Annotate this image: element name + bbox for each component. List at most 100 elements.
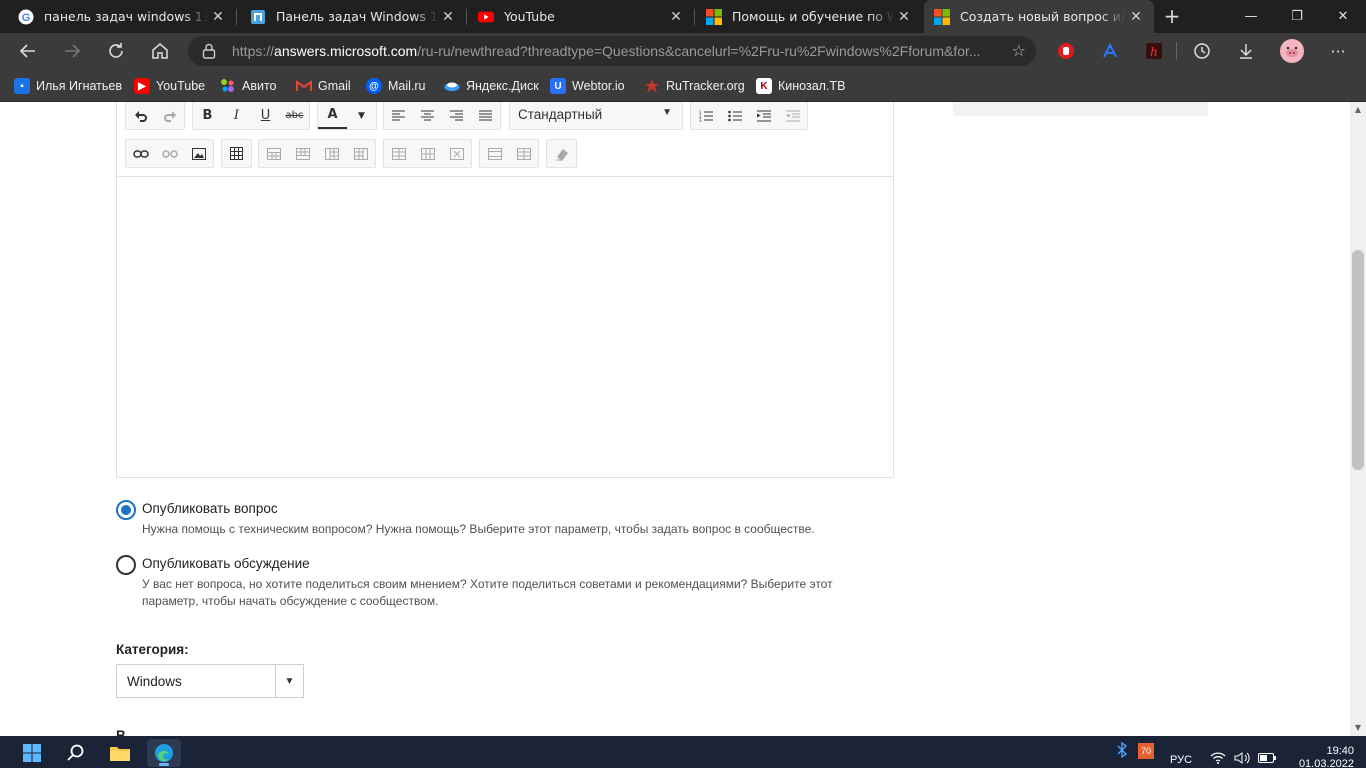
close-icon[interactable]: ✕ (894, 9, 914, 25)
post-question-label[interactable]: Опубликовать вопрос (142, 501, 278, 516)
close-window-button[interactable]: ✕ (1320, 0, 1366, 33)
tab-google-search[interactable]: G панель задач windows 11 время ✕ (0, 0, 236, 33)
search-button[interactable] (59, 739, 93, 767)
tab-windows-help[interactable]: Помощь и обучение по Windows ✕ (688, 0, 922, 33)
post-question-radio[interactable] (116, 500, 136, 520)
hola-extension-icon[interactable]: h (1140, 37, 1168, 65)
scroll-down-arrow-icon[interactable]: ▼ (1350, 720, 1366, 736)
font-color-dropdown[interactable]: ▼ (347, 102, 376, 129)
bookmark-youtube[interactable]: ▶ YouTube (134, 77, 205, 95)
wifi-icon[interactable] (1210, 752, 1226, 767)
insert-link-button[interactable] (126, 140, 155, 167)
settings-menu-button[interactable]: ··· (1324, 37, 1352, 65)
volume-icon[interactable] (1234, 752, 1250, 767)
redo-button[interactable] (155, 102, 184, 129)
lock-icon[interactable] (202, 43, 216, 59)
image-icon (191, 147, 206, 160)
align-left-button[interactable] (384, 102, 413, 129)
bookmark-gmail[interactable]: Gmail (296, 77, 351, 95)
align-right-icon (450, 110, 463, 121)
indent-button[interactable] (749, 102, 778, 129)
post-discussion-option[interactable]: Опубликовать обсуждение У вас нет вопрос… (116, 555, 896, 615)
home-button[interactable] (146, 37, 174, 65)
bold-button[interactable]: B (193, 102, 222, 129)
insert-image-button[interactable] (184, 140, 213, 167)
back-button[interactable] (14, 37, 42, 65)
refresh-button[interactable] (102, 37, 130, 65)
col-left-button[interactable] (317, 140, 346, 167)
system-clock[interactable]: 19:40 01.03.2022 (1290, 745, 1354, 771)
delete-row-button[interactable] (384, 140, 413, 167)
scrollbar-thumb[interactable] (1352, 250, 1364, 470)
col-right-button[interactable] (346, 140, 375, 167)
input-language[interactable]: РУС (1170, 754, 1192, 766)
close-icon[interactable]: ✕ (666, 9, 686, 25)
tab-new-question[interactable]: Создать новый вопрос или начать обсужден… (924, 0, 1154, 33)
insert-table-button[interactable] (222, 140, 251, 167)
close-icon[interactable]: ✕ (438, 9, 458, 25)
page-scrollbar[interactable]: ▲ ▼ (1350, 102, 1366, 736)
split-cells-button[interactable] (509, 140, 538, 167)
maximize-button[interactable]: ❐ (1274, 0, 1320, 33)
history-button[interactable] (1188, 37, 1216, 65)
category-select[interactable]: Windows ▼ (116, 664, 304, 698)
post-discussion-label[interactable]: Опубликовать обсуждение (142, 556, 310, 571)
file-explorer-button[interactable] (103, 739, 137, 767)
new-tab-button[interactable]: + (1160, 5, 1184, 29)
font-color-button[interactable]: A (318, 102, 347, 129)
delete-col-button[interactable] (413, 140, 442, 167)
gmail-icon (296, 78, 312, 94)
numbered-list-button[interactable]: 123 (691, 102, 720, 129)
paragraph-format-select[interactable]: Стандартный ▼ (509, 102, 683, 130)
outdent-button[interactable] (778, 102, 807, 129)
italic-button[interactable]: I (222, 102, 251, 129)
clear-formatting-button[interactable] (547, 140, 576, 167)
tab-youtube[interactable]: YouTube ✕ (460, 0, 694, 33)
minimize-button[interactable]: — (1228, 0, 1274, 33)
favorite-star-icon[interactable]: ☆ (1012, 41, 1026, 60)
bluetooth-icon[interactable] (1116, 741, 1128, 761)
history-icon (1194, 43, 1210, 59)
post-question-option[interactable]: Опубликовать вопрос Нужна помощь с техни… (116, 500, 896, 540)
align-right-button[interactable] (442, 102, 471, 129)
chevron-down-icon[interactable]: ▼ (275, 665, 303, 697)
underline-button[interactable]: U (251, 102, 280, 129)
bookmark-kinozal[interactable]: K Кинозал.ТВ (756, 77, 845, 95)
bookmark-rutracker[interactable]: RuTracker.org (644, 77, 745, 95)
delete-table-button[interactable] (442, 140, 471, 167)
close-icon[interactable]: ✕ (208, 9, 228, 25)
bookmark-webtor[interactable]: U Webtor.io (550, 77, 625, 95)
edge-taskbar-button[interactable] (147, 739, 181, 767)
justify-button[interactable] (471, 102, 500, 129)
close-icon[interactable]: ✕ (1126, 9, 1146, 25)
post-discussion-radio[interactable] (116, 555, 136, 575)
start-button[interactable] (15, 739, 49, 767)
translate-extension-icon[interactable] (1096, 37, 1124, 65)
bullet-list-button[interactable] (720, 102, 749, 129)
row-above-button[interactable] (259, 140, 288, 167)
align-center-button[interactable] (413, 102, 442, 129)
sidebar-panel (953, 102, 1208, 116)
row-below-button[interactable] (288, 140, 317, 167)
battery-icon[interactable] (1258, 753, 1276, 766)
forward-button[interactable] (58, 37, 86, 65)
bookmark-mailru[interactable]: @ Mail.ru (366, 77, 426, 95)
editor-text-area[interactable] (117, 178, 893, 477)
merge-cells-button[interactable] (480, 140, 509, 167)
notification-badge[interactable]: 70 (1138, 743, 1154, 759)
bookmark-yandex-disk[interactable]: Яндекс.Диск (444, 77, 539, 95)
strikethrough-button[interactable]: abc (280, 102, 309, 129)
clear-format-group (546, 139, 577, 168)
address-bar[interactable]: https://answers.microsoft.com/ru-ru/newt… (188, 36, 1036, 66)
scroll-up-arrow-icon[interactable]: ▲ (1350, 102, 1366, 118)
tab-taskbar-article[interactable]: Панель задач Windows 11 свернуть ✕ (232, 0, 466, 33)
url-text[interactable]: https://answers.microsoft.com/ru-ru/newt… (232, 43, 992, 59)
downloads-button[interactable] (1232, 37, 1260, 65)
bookmark-avito[interactable]: Авито (220, 77, 277, 95)
adblock-extension-icon[interactable] (1052, 37, 1080, 65)
unlink-button[interactable] (155, 140, 184, 167)
undo-icon (134, 110, 147, 122)
undo-button[interactable] (126, 102, 155, 129)
profile-avatar[interactable] (1278, 37, 1306, 65)
bookmark-profile[interactable]: ▪ Илья Игнатьев (14, 77, 122, 95)
